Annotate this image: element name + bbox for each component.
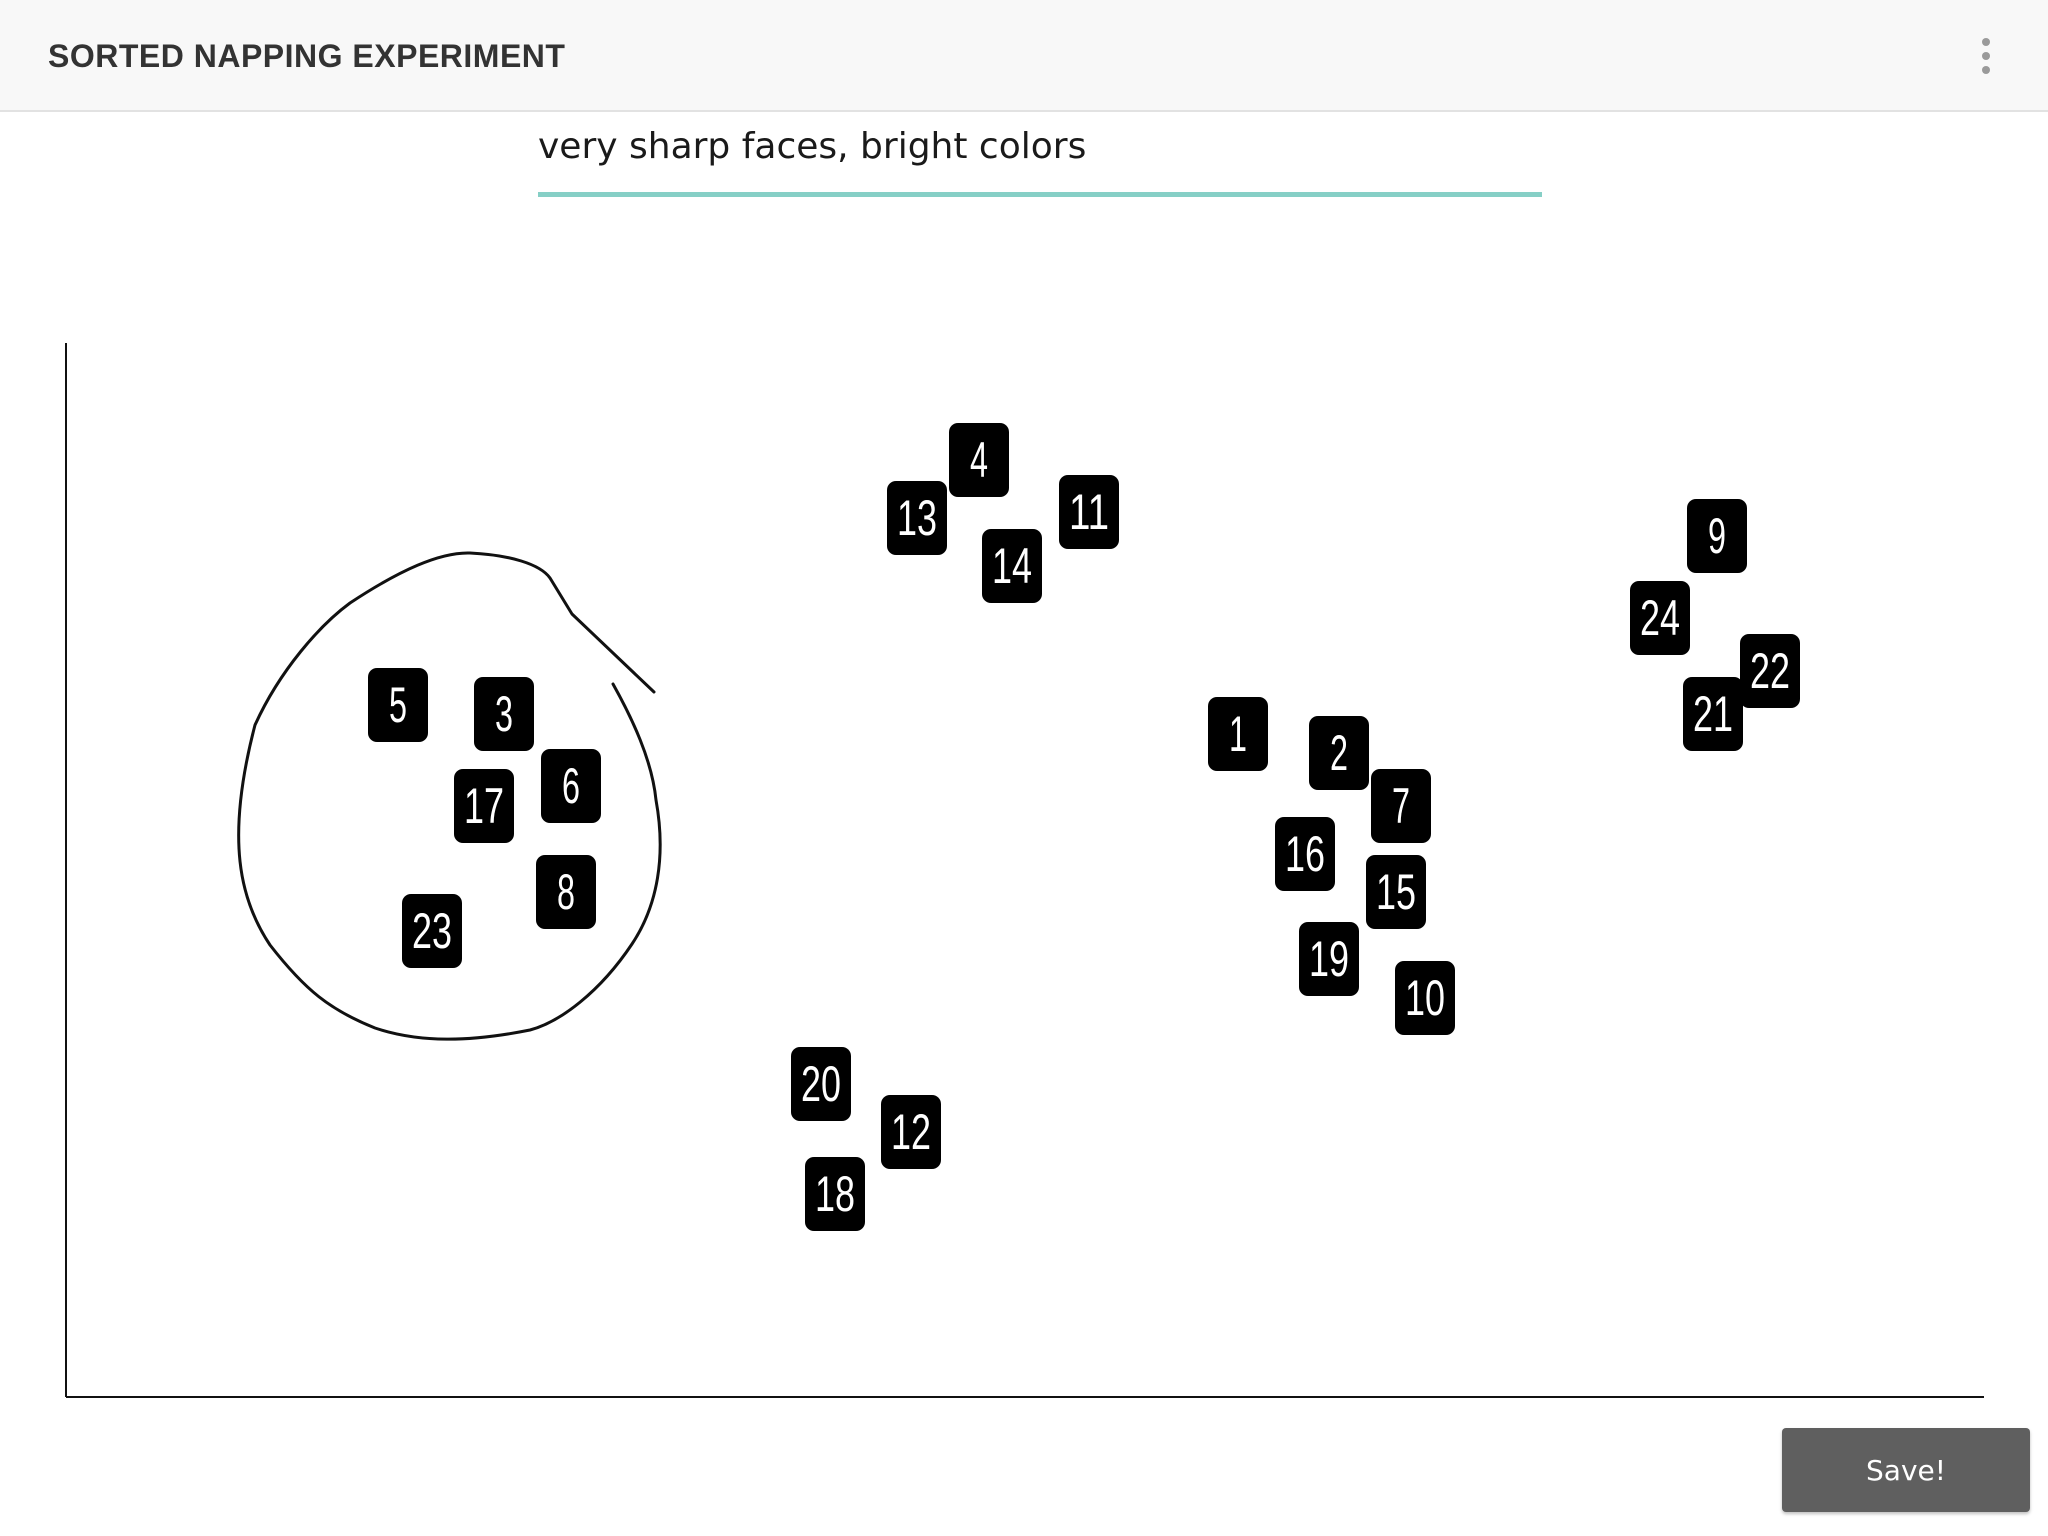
sample-tag[interactable]: 24 [1630, 581, 1690, 655]
sample-tag-label: 16 [1285, 826, 1325, 882]
sample-tag-label: 21 [1693, 686, 1733, 742]
sample-tag-label: 15 [1376, 864, 1416, 920]
sample-tag[interactable]: 12 [881, 1095, 941, 1169]
sample-tag-label: 4 [970, 432, 988, 488]
sample-tag[interactable]: 6 [541, 749, 601, 823]
sample-tag[interactable]: 10 [1395, 961, 1455, 1035]
note-underline [538, 192, 1542, 197]
sample-tag[interactable]: 8 [536, 855, 596, 929]
more-vert-icon[interactable] [1966, 34, 2006, 78]
sample-tag-label: 3 [495, 686, 513, 742]
sample-tag[interactable]: 20 [791, 1047, 851, 1121]
sample-tag-label: 23 [412, 903, 452, 959]
sample-tag[interactable]: 16 [1275, 817, 1335, 891]
sample-tag-label: 18 [815, 1166, 855, 1222]
sample-tag[interactable]: 14 [982, 529, 1042, 603]
sample-tag-label: 7 [1392, 778, 1410, 834]
sample-tag-label: 10 [1405, 970, 1445, 1026]
sample-tag[interactable]: 11 [1059, 475, 1119, 549]
sample-tag-label: 2 [1330, 725, 1348, 781]
sample-tag[interactable]: 1 [1208, 697, 1268, 771]
sample-tag[interactable]: 9 [1687, 499, 1747, 573]
sample-tag[interactable]: 22 [1740, 634, 1800, 708]
note-input[interactable] [538, 114, 1542, 194]
save-button[interactable]: Save! [1782, 1428, 2030, 1512]
sample-tag-label: 13 [897, 490, 937, 546]
sample-tag-label: 19 [1309, 931, 1349, 987]
sample-tag[interactable]: 7 [1371, 769, 1431, 843]
sample-tag[interactable]: 21 [1683, 677, 1743, 751]
sample-tag[interactable]: 15 [1366, 855, 1426, 929]
sample-tag[interactable]: 3 [474, 677, 534, 751]
sample-tag-label: 6 [562, 758, 580, 814]
sample-tag[interactable]: 2 [1309, 716, 1369, 790]
sample-tag-label: 12 [891, 1104, 931, 1160]
app-bar: SORTED NAPPING EXPERIMENT [0, 0, 2048, 112]
sample-tag-label: 1 [1229, 706, 1247, 762]
sample-tag-label: 24 [1640, 590, 1680, 646]
sample-tag[interactable]: 13 [887, 481, 947, 555]
tag-layer: 413 111492422215 317 68231 2716151910201218 [368, 423, 1800, 1231]
sample-tag[interactable]: 5 [368, 668, 428, 742]
sample-tag-label: 20 [801, 1056, 841, 1112]
sample-tag-label: 8 [557, 864, 575, 920]
sample-tag-label: 11 [1069, 484, 1109, 540]
sample-tag-label: 5 [389, 677, 407, 733]
app-title: SORTED NAPPING EXPERIMENT [48, 38, 566, 74]
sample-tag[interactable]: 4 [949, 423, 1009, 497]
sample-tag-label: 14 [992, 538, 1032, 594]
note-field[interactable] [538, 114, 1542, 198]
sample-tag[interactable]: 18 [805, 1157, 865, 1231]
sample-tag[interactable]: 23 [402, 894, 462, 968]
sample-tag-label: 17 [464, 778, 504, 834]
sample-tag-label: 9 [1708, 508, 1726, 564]
sample-tag-label: 22 [1750, 643, 1790, 699]
sample-tag[interactable]: 17 [454, 769, 514, 843]
napping-board[interactable]: 413 111492422215 317 68231 2716151910201218 [0, 0, 2048, 1536]
sample-tag[interactable]: 19 [1299, 922, 1359, 996]
